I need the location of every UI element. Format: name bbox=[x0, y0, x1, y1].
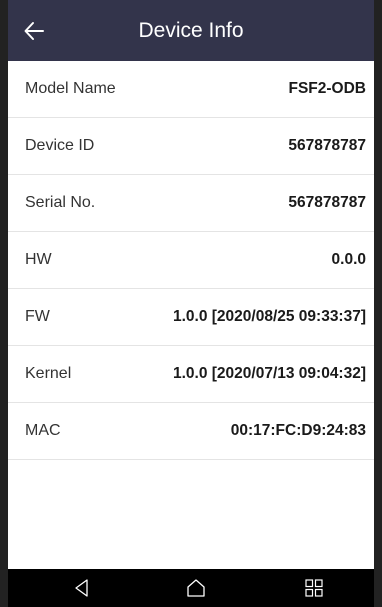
row-kernel: Kernel 1.0.0 [2020/07/13 09:04:32] bbox=[8, 346, 374, 403]
row-value: 567878787 bbox=[288, 194, 366, 211]
row-label: Serial No. bbox=[25, 194, 96, 211]
row-serial-no: Serial No. 567878787 bbox=[8, 175, 374, 232]
page-title: Device Info bbox=[138, 19, 244, 42]
home-icon bbox=[187, 579, 205, 597]
row-mac: MAC 00:17:FC:D9:24:83 bbox=[8, 403, 374, 460]
recent-apps-grid-icon bbox=[305, 579, 323, 597]
row-value: 1.0.0 [2020/07/13 09:04:32] bbox=[172, 365, 366, 382]
row-hw: HW 0.0.0 bbox=[8, 232, 374, 289]
row-label: Kernel bbox=[25, 365, 72, 382]
row-label: MAC bbox=[25, 422, 61, 439]
app-bar: Device Info bbox=[8, 0, 374, 61]
row-label: Model Name bbox=[25, 80, 116, 97]
arrow-left-icon bbox=[24, 22, 44, 40]
device-frame: Device Info Model Name FSF2-ODB Device I… bbox=[0, 0, 382, 607]
triangle-back-icon bbox=[75, 579, 88, 597]
row-fw: FW 1.0.0 [2020/08/25 09:33:37] bbox=[8, 289, 374, 346]
row-label: Device ID bbox=[25, 137, 95, 154]
nav-recent-apps-button[interactable] bbox=[294, 569, 334, 607]
back-button[interactable] bbox=[18, 15, 50, 47]
row-label: HW bbox=[25, 251, 52, 268]
system-nav-bar bbox=[8, 569, 374, 607]
row-value: 567878787 bbox=[288, 137, 366, 154]
row-value: FSF2-ODB bbox=[288, 80, 367, 97]
row-value: 00:17:FC:D9:24:83 bbox=[230, 422, 366, 439]
nav-back-button[interactable] bbox=[62, 569, 102, 607]
row-device-id: Device ID 567878787 bbox=[8, 118, 374, 175]
nav-home-button[interactable] bbox=[176, 569, 216, 607]
device-info-list: Model Name FSF2-ODB Device ID 567878787 … bbox=[8, 61, 374, 460]
row-value: 0.0.0 bbox=[331, 251, 366, 268]
row-label: FW bbox=[25, 308, 50, 325]
row-value: 1.0.0 [2020/08/25 09:33:37] bbox=[172, 308, 366, 325]
row-model-name: Model Name FSF2-ODB bbox=[8, 61, 374, 118]
